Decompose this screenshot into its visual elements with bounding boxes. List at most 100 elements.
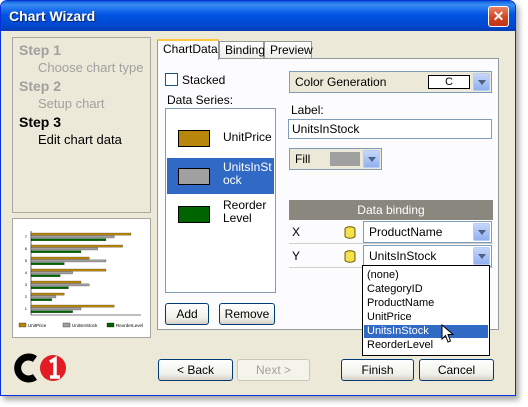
step-3-desc: Edit chart data — [38, 132, 122, 147]
back-button[interactable]: < Back — [158, 359, 233, 381]
axis-label-y: Y — [292, 249, 301, 263]
label-input[interactable]: UnitsInStock — [288, 119, 492, 139]
series-color-swatch — [178, 206, 210, 223]
add-series-button[interactable]: Add — [165, 303, 209, 325]
step-1-heading: Step 1 — [19, 42, 62, 58]
preview-tick-label: 1 — [25, 306, 28, 311]
list-item[interactable]: UnitPrice — [167, 120, 274, 156]
cancel-button[interactable]: Cancel — [419, 359, 494, 381]
preview-legend-swatch — [18, 322, 27, 328]
preview-bar — [30, 262, 65, 265]
binding-row-x: X ProductName — [289, 221, 493, 244]
preview-tick-label: 2 — [25, 294, 28, 299]
preview-bar — [30, 310, 73, 313]
chevron-down-icon[interactable] — [473, 73, 490, 91]
preview-bar — [30, 256, 90, 260]
preview-bar — [30, 250, 82, 253]
preview-tick-label: 4 — [25, 270, 28, 275]
next-button[interactable]: Next > — [237, 359, 310, 381]
preview-legend-label: UnitsInStock — [72, 323, 98, 328]
preview-bar — [30, 307, 82, 311]
preview-bar — [30, 295, 57, 299]
series-name: UnitsInStock — [223, 160, 272, 187]
database-icon — [344, 226, 356, 239]
list-item[interactable]: ReorderLevel — [167, 196, 274, 232]
preview-legend-swatch — [106, 322, 115, 328]
tab-preview[interactable]: Preview — [264, 41, 313, 59]
color-generation-combo[interactable]: Color Generation C — [289, 71, 492, 93]
axis-label-x: X — [292, 225, 301, 239]
dropdown-option[interactable]: (none) — [364, 269, 488, 282]
preview-legend-swatch — [62, 322, 71, 328]
dropdown-option[interactable]: UnitsInStock — [364, 325, 488, 338]
step-2-heading: Step 2 — [19, 78, 62, 94]
database-icon — [344, 250, 356, 263]
preview-bar — [30, 280, 82, 284]
data-binding-header: Data binding — [289, 200, 493, 220]
label-caption: Label: — [291, 103, 324, 117]
x-binding-value: ProductName — [369, 225, 443, 239]
close-button[interactable]: ✕ — [488, 6, 509, 27]
preview-bar — [30, 271, 73, 275]
preview-bar — [30, 247, 98, 251]
c1-logo-icon — [14, 353, 66, 383]
y-binding-value: UnitsInStock — [369, 249, 437, 263]
y-binding-combo[interactable]: UnitsInStock — [363, 245, 492, 267]
step-2-desc: Setup chart — [38, 96, 105, 111]
window-title: Chart Wizard — [9, 8, 96, 24]
color-generation-value: C — [428, 75, 470, 89]
stacked-label: Stacked — [182, 73, 226, 87]
fill-combo[interactable]: Fill — [289, 148, 382, 170]
close-icon: ✕ — [492, 8, 505, 24]
mouse-cursor-icon — [441, 324, 455, 343]
fill-color-swatch — [330, 152, 360, 166]
chart-wizard-window: Chart Wizard ✕ Step 1 Choose chart type … — [0, 0, 516, 396]
dropdown-option[interactable]: ReorderLevel — [364, 339, 488, 352]
preview-bar — [30, 232, 132, 236]
preview-bar — [30, 268, 107, 272]
fill-label: Fill — [295, 152, 311, 166]
preview-tick-label: 7 — [25, 234, 28, 239]
series-name: UnitPrice — [223, 130, 272, 144]
data-series-label: Data Series: — [167, 93, 234, 107]
dropdown-option[interactable]: UnitPrice — [364, 311, 488, 324]
step-3-heading: Step 3 — [19, 114, 62, 130]
dropdown-option[interactable]: ProductName — [364, 297, 488, 310]
preview-tick-label: 3 — [25, 282, 28, 287]
remove-series-button[interactable]: Remove — [219, 303, 275, 325]
preview-chart: 1 2 3 4 5 6 7 UnitPrice UnitsInStock ReorderLevel — [18, 231, 143, 328]
preview-bar — [30, 304, 115, 308]
preview-bar — [30, 283, 90, 287]
preview-bar — [30, 235, 115, 239]
series-color-swatch — [178, 168, 210, 185]
steps-panel: Step 1 Choose chart type Step 2 Setup ch… — [12, 37, 151, 213]
preview-legend-label: UnitPrice — [28, 323, 47, 328]
label-input-value: UnitsInStock — [292, 122, 360, 136]
dropdown-option[interactable]: CategoryID — [364, 283, 488, 296]
preview-bar — [30, 292, 65, 296]
preview-legend-label: ReorderLevel — [116, 323, 143, 328]
finish-button[interactable]: Finish — [341, 359, 414, 381]
preview-bar — [30, 259, 107, 263]
tab-binding[interactable]: Binding — [219, 41, 265, 59]
preview-tick-label: 5 — [25, 258, 28, 263]
preview-tick-label: 6 — [25, 246, 28, 251]
stacked-checkbox[interactable] — [165, 73, 178, 86]
step-1-desc: Choose chart type — [38, 60, 144, 75]
data-series-list[interactable]: UnitPrice UnitsInStock ReorderLevel — [165, 108, 276, 293]
chevron-down-icon[interactable] — [473, 247, 490, 265]
preview-bar — [30, 244, 123, 248]
series-name: ReorderLevel — [223, 198, 267, 225]
tab-chartdata[interactable]: ChartData — [157, 39, 219, 60]
chevron-down-icon[interactable] — [473, 223, 490, 241]
chevron-down-icon[interactable] — [363, 150, 380, 168]
preview-bar — [30, 274, 61, 277]
color-generation-label: Color Generation — [295, 75, 387, 89]
x-binding-combo[interactable]: ProductName — [363, 221, 492, 243]
chart-preview-thumbnail: 1 2 3 4 5 6 7 UnitPrice UnitsInStock ReorderLevel — [12, 218, 151, 338]
list-item[interactable]: UnitsInStock — [167, 158, 274, 194]
y-binding-dropdown-list[interactable]: (none) CategoryID ProductName UnitPrice … — [362, 265, 490, 356]
preview-bar — [30, 238, 107, 241]
title-bar[interactable]: Chart Wizard ✕ — [1, 1, 515, 31]
preview-bar — [30, 286, 69, 289]
